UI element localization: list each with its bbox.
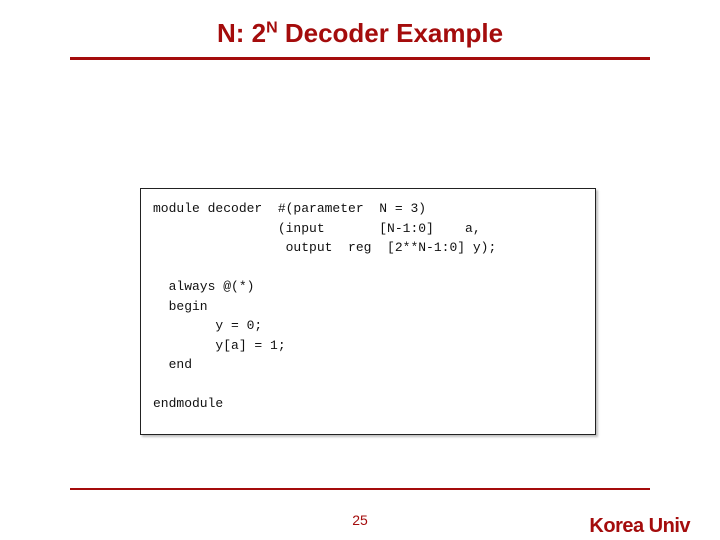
page-title: N: 2N Decoder Example bbox=[0, 18, 720, 49]
title-sup: N bbox=[266, 19, 278, 36]
slide: N: 2N Decoder Example module decoder #(p… bbox=[0, 18, 720, 540]
code-block: module decoder #(parameter N = 3) (input… bbox=[140, 188, 596, 435]
title-prefix: N: 2 bbox=[217, 18, 266, 48]
title-suffix: Decoder Example bbox=[278, 18, 503, 48]
footer-logo: Korea Univ bbox=[589, 515, 690, 538]
top-divider bbox=[70, 57, 650, 60]
bottom-divider bbox=[70, 488, 650, 490]
